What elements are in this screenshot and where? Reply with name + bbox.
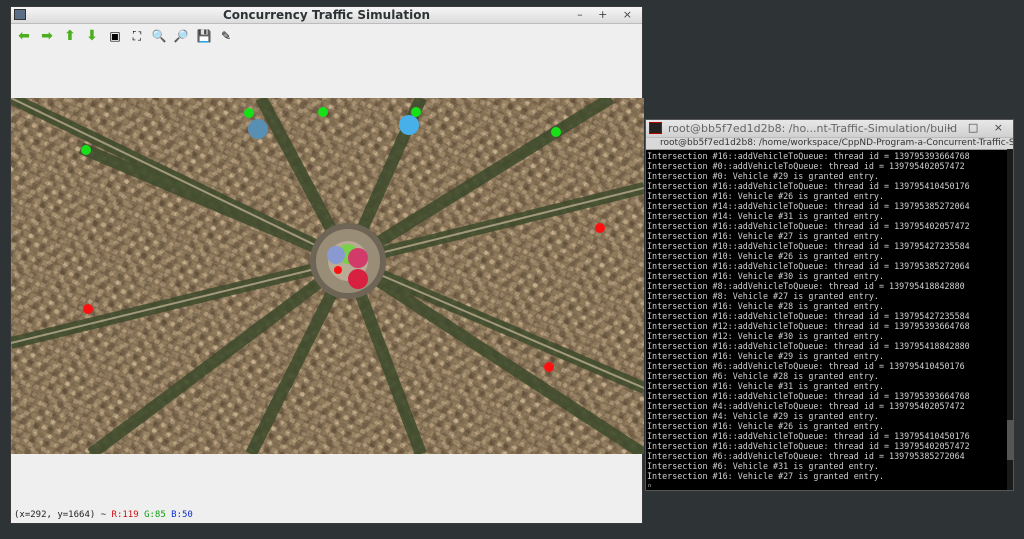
map-canvas[interactable] — [11, 98, 644, 454]
traffic-light-red — [334, 266, 342, 274]
terminal-maximize-button[interactable]: □ — [968, 121, 984, 134]
simulation-window: Concurrency Traffic Simulation – + × ⬅ ➡ ⬆… — [10, 6, 644, 524]
aerial-map — [11, 98, 644, 454]
pixel-red-value: R:119 — [111, 510, 139, 520]
toolbar: ⬅ ➡ ⬆ ⬇ ▣ ⛶ 🔍 🔎 💾 ✎ — [11, 24, 642, 50]
properties-icon[interactable]: ✎ — [218, 28, 234, 44]
arrow-up-icon[interactable]: ⬆ — [62, 28, 78, 44]
image-icon[interactable]: ▣ — [107, 28, 123, 44]
arrow-down-icon[interactable]: ⬇ — [84, 28, 100, 44]
terminal-line: Intersection #8: Vehicle #27 is granted … — [647, 291, 879, 301]
terminal-line: Intersection #16::addVehicleToQueue: thr… — [647, 431, 970, 441]
vehicle — [327, 246, 345, 264]
vehicle — [248, 119, 268, 139]
terminal-line: ▯ — [647, 481, 653, 487]
traffic-light-green — [411, 107, 421, 117]
terminal-line: Intersection #0::addVehicleToQueue: thre… — [647, 161, 965, 171]
terminal-line: Intersection #16::addVehicleToQueue: thr… — [647, 261, 970, 271]
pixel-blue-value: B:50 — [171, 510, 193, 520]
terminal-line: Intersection #16: Vehicle #31 is granted… — [647, 381, 884, 391]
terminal-output[interactable]: Intersection #16::addVehicleToQueue: thr… — [646, 150, 1013, 487]
scrollbar-thumb[interactable] — [1007, 420, 1013, 460]
traffic-light-green — [81, 145, 91, 155]
crop-icon[interactable]: ⛶ — [129, 28, 145, 44]
terminal-line: Intersection #6::addVehicleToQueue: thre… — [647, 361, 965, 371]
terminal-title: root@bb5f7ed1d2b8: /ho...nt-Traffic-Simu… — [668, 122, 958, 135]
terminal-line: Intersection #6: Vehicle #28 is granted … — [647, 371, 879, 381]
terminal-line: Intersection #16::addVehicleToQueue: thr… — [647, 391, 970, 401]
arrow-left-icon[interactable]: ⬅ — [16, 28, 32, 44]
terminal-line: Intersection #16: Vehicle #30 is granted… — [647, 271, 884, 281]
zoom-in-icon[interactable]: 🔍 — [151, 28, 167, 44]
terminal-line: Intersection #4: Vehicle #29 is granted … — [647, 411, 879, 421]
terminal-titlebar[interactable]: root@bb5f7ed1d2b8: /ho...nt-Traffic-Simu… — [646, 120, 1013, 138]
terminal-line: Intersection #16::addVehicleToQueue: thr… — [647, 341, 970, 351]
terminal-line: Intersection #14: Vehicle #31 is granted… — [647, 211, 884, 221]
terminal-minimize-button[interactable]: – — [947, 121, 959, 134]
terminal-line: Intersection #10: Vehicle #26 is granted… — [647, 251, 884, 261]
terminal-line: Intersection #4::addVehicleToQueue: thre… — [647, 401, 965, 411]
vehicle — [348, 269, 368, 289]
close-button[interactable]: × — [623, 8, 638, 21]
terminal-line: Intersection #16::addVehicleToQueue: thr… — [647, 181, 970, 191]
traffic-light-green — [318, 107, 328, 117]
terminal-line: Intersection #16::addVehicleToQueue: thr… — [647, 151, 970, 161]
pixel-green-value: G:85 — [144, 510, 166, 520]
traffic-light-red — [83, 304, 93, 314]
arrow-right-icon[interactable]: ➡ — [39, 28, 55, 44]
terminal-line: Intersection #16: Vehicle #29 is granted… — [647, 351, 884, 361]
terminal-line: Intersection #16::addVehicleToQueue: thr… — [647, 221, 970, 231]
traffic-light-red — [595, 223, 605, 233]
terminal-icon — [649, 122, 662, 134]
save-icon[interactable]: 💾 — [196, 28, 212, 44]
maximize-button[interactable]: + — [598, 8, 613, 21]
status-bar: (x=292, y=1664) ~ R:119 G:85 B:50 — [14, 510, 193, 520]
terminal-line: Intersection #16: Vehicle #27 is granted… — [647, 231, 884, 241]
minimize-button[interactable]: – — [577, 8, 589, 21]
terminal-line: Intersection #10::addVehicleToQueue: thr… — [647, 241, 970, 251]
terminal-line: Intersection #16: Vehicle #26 is granted… — [647, 421, 884, 431]
terminal-line: Intersection #12::addVehicleToQueue: thr… — [647, 321, 970, 331]
terminal-line: Intersection #16::addVehicleToQueue: thr… — [647, 441, 970, 451]
cursor-coords: (x=292, y=1664) ~ — [14, 510, 107, 520]
terminal-tab[interactable]: root@bb5f7ed1d2b8: /home/workspace/CppND… — [646, 138, 1013, 150]
terminal-line: Intersection #16: Vehicle #26 is granted… — [647, 191, 884, 201]
terminal-line: Intersection #16::addVehicleToQueue: thr… — [647, 311, 970, 321]
terminal-line: Intersection #16: Vehicle #27 is granted… — [647, 471, 884, 481]
traffic-light-red — [544, 362, 554, 372]
traffic-light-green — [551, 127, 561, 137]
sim-title: Concurrency Traffic Simulation — [222, 8, 431, 22]
terminal-line: Intersection #8::addVehicleToQueue: thre… — [647, 281, 965, 291]
sim-titlebar[interactable]: Concurrency Traffic Simulation – + × — [11, 7, 642, 24]
vehicle — [399, 115, 419, 135]
zoom-out-icon[interactable]: 🔎 — [173, 28, 189, 44]
terminal-line: Intersection #6: Vehicle #31 is granted … — [647, 461, 879, 471]
terminal-line: Intersection #12: Vehicle #30 is granted… — [647, 331, 884, 341]
vehicle — [348, 248, 368, 268]
terminal-line: Intersection #16: Vehicle #28 is granted… — [647, 301, 884, 311]
terminal-scrollbar[interactable] — [1007, 149, 1013, 490]
traffic-light-green — [244, 108, 254, 118]
terminal-line: Intersection #14::addVehicleToQueue: thr… — [647, 201, 970, 211]
terminal-line: Intersection #6::addVehicleToQueue: thre… — [647, 451, 965, 461]
terminal-window: root@bb5f7ed1d2b8: /ho...nt-Traffic-Simu… — [645, 119, 1014, 491]
terminal-close-button[interactable]: × — [994, 121, 1009, 134]
terminal-line: Intersection #0: Vehicle #29 is granted … — [647, 171, 879, 181]
